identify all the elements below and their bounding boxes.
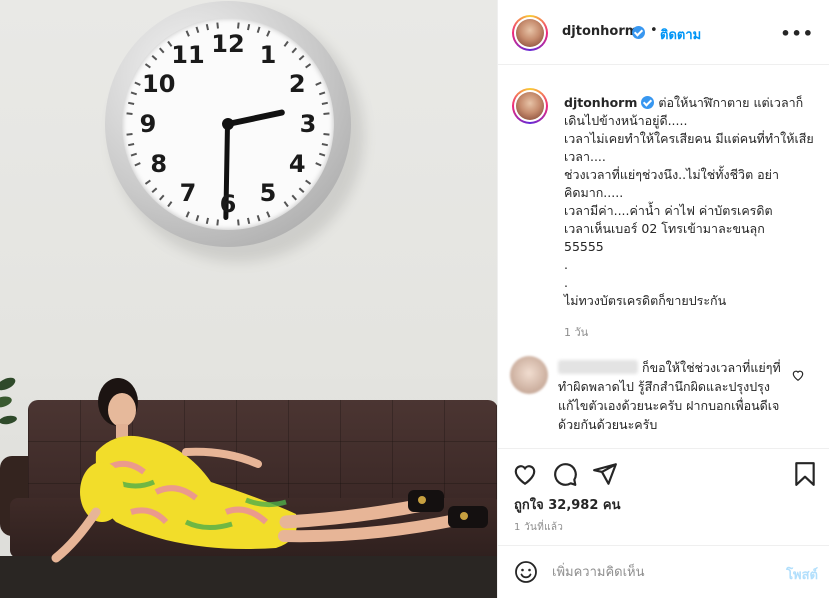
emoji-smile-icon[interactable] xyxy=(514,560,538,584)
avatar-image xyxy=(516,92,544,120)
clock-minute-tick xyxy=(144,179,151,185)
clock-minute-tick xyxy=(195,26,200,34)
more-options-icon[interactable]: ••• xyxy=(780,24,814,43)
clock-numeral: 4 xyxy=(288,150,306,178)
caption-author-avatar[interactable] xyxy=(512,88,548,124)
clock-minute-tick xyxy=(298,55,305,61)
clock-minute-tick xyxy=(159,47,165,54)
reclining-woman xyxy=(51,378,488,563)
clock-minute-tick xyxy=(144,63,151,69)
caption: djtonhorm ต่อให้นาฬิกาตาย แต่เวลาก็เดินไป… xyxy=(564,94,819,310)
clock-minute-tick xyxy=(237,219,240,226)
clock-hub xyxy=(222,118,234,130)
author-username[interactable]: djtonhorm xyxy=(562,24,638,39)
clock-minute-tick xyxy=(130,152,138,157)
clock-minute-tick xyxy=(305,179,312,185)
add-comment-input[interactable] xyxy=(552,560,762,584)
clock-minute-tick xyxy=(291,194,297,201)
caption-username[interactable]: djtonhorm xyxy=(564,95,637,110)
clock-minute-tick xyxy=(298,187,305,193)
clock-numeral: 1 xyxy=(259,40,277,69)
clock-numeral: 12 xyxy=(211,30,245,58)
add-comment-bar: โพสต์ xyxy=(498,545,829,598)
likes-count[interactable]: ถูกใจ 32,982 คน xyxy=(514,494,621,515)
clock-minute-tick xyxy=(291,47,297,54)
clock-numeral: 9 xyxy=(139,110,157,138)
follow-button[interactable]: ติดตาม xyxy=(660,24,701,45)
caption-time[interactable]: 1 วัน xyxy=(564,323,588,341)
verified-badge-icon xyxy=(632,26,645,39)
clock-minute-tick xyxy=(318,91,326,96)
clock-minute-tick xyxy=(128,101,135,106)
post-timestamp[interactable]: 1 วันที่แล้ว xyxy=(514,520,563,535)
clock-minute-tick xyxy=(318,152,326,157)
caption-text: ต่อให้นาฬิกาตาย แต่เวลาก็เดินไปข้างหน้าอ… xyxy=(564,95,814,308)
clock-numeral: 11 xyxy=(171,40,205,69)
clock-numeral: 10 xyxy=(142,70,176,98)
comment-text: ก็ขอให้ใช่ช่วงเวลาที่แย่ๆที่ทำผิดพลาดไป … xyxy=(558,360,781,432)
clock-minute-tick xyxy=(321,101,328,106)
clock-minute-tick xyxy=(151,187,158,193)
clock-minute-tick xyxy=(266,211,271,218)
clock-numeral: 3 xyxy=(299,110,317,138)
clock-minute-tick xyxy=(216,22,219,29)
like-heart-icon[interactable] xyxy=(512,461,538,487)
header-separator: • xyxy=(650,23,658,38)
verified-badge-icon xyxy=(641,96,655,109)
clock-minute-tick xyxy=(256,214,261,222)
clock-minute-tick xyxy=(185,30,190,37)
clock-numeral: 6 xyxy=(219,190,237,218)
clock-minute-tick xyxy=(128,142,135,147)
clock-minute-tick xyxy=(305,63,312,69)
clock-numeral: 7 xyxy=(179,179,197,208)
share-send-icon[interactable] xyxy=(592,461,618,487)
plant-leaves xyxy=(0,377,17,425)
clock-minute-tick xyxy=(130,91,138,96)
clock-numeral: 8 xyxy=(150,150,168,178)
clock-minute-tick xyxy=(151,55,158,61)
comment-like-heart-icon[interactable] xyxy=(791,368,805,382)
wall-clock: 12 1 2 3 4 5 6 7 8 9 10 11 xyxy=(105,1,351,247)
clock-numeral: 2 xyxy=(288,70,306,98)
comments-area[interactable]: djtonhorm ต่อให้นาฬิกาตาย แต่เวลาก็เดินไป… xyxy=(498,66,829,446)
clock-minute-tick xyxy=(159,194,165,201)
post-details-panel: djtonhorm • ติดตาม ••• djtonhorm ต่อให้นา… xyxy=(497,0,829,598)
clock-minute-tick xyxy=(195,214,200,222)
clock-minute-tick xyxy=(237,22,240,29)
post-photo[interactable]: 12 1 2 3 4 5 6 7 8 9 10 11 xyxy=(0,0,497,598)
post-header: djtonhorm • ติดตาม ••• xyxy=(498,0,829,65)
clock-minute-tick xyxy=(321,142,328,147)
clock-numeral: 5 xyxy=(259,179,277,208)
avatar-image xyxy=(516,19,544,47)
clock-minute-tick xyxy=(216,219,219,226)
post-comment-button[interactable]: โพสต์ xyxy=(786,564,818,585)
clock-minute-tick xyxy=(266,30,271,37)
save-bookmark-icon[interactable] xyxy=(792,461,818,487)
author-avatar[interactable] xyxy=(512,15,548,51)
clock-minute-tick xyxy=(185,211,190,218)
clock-face: 12 1 2 3 4 5 6 7 8 9 10 11 xyxy=(122,18,334,230)
clock-minute-tick xyxy=(256,26,261,34)
post-actions xyxy=(498,448,829,498)
commenter-avatar[interactable] xyxy=(510,356,548,394)
comment-bubble-icon[interactable] xyxy=(552,461,578,487)
clock-hour-hand xyxy=(227,109,286,127)
